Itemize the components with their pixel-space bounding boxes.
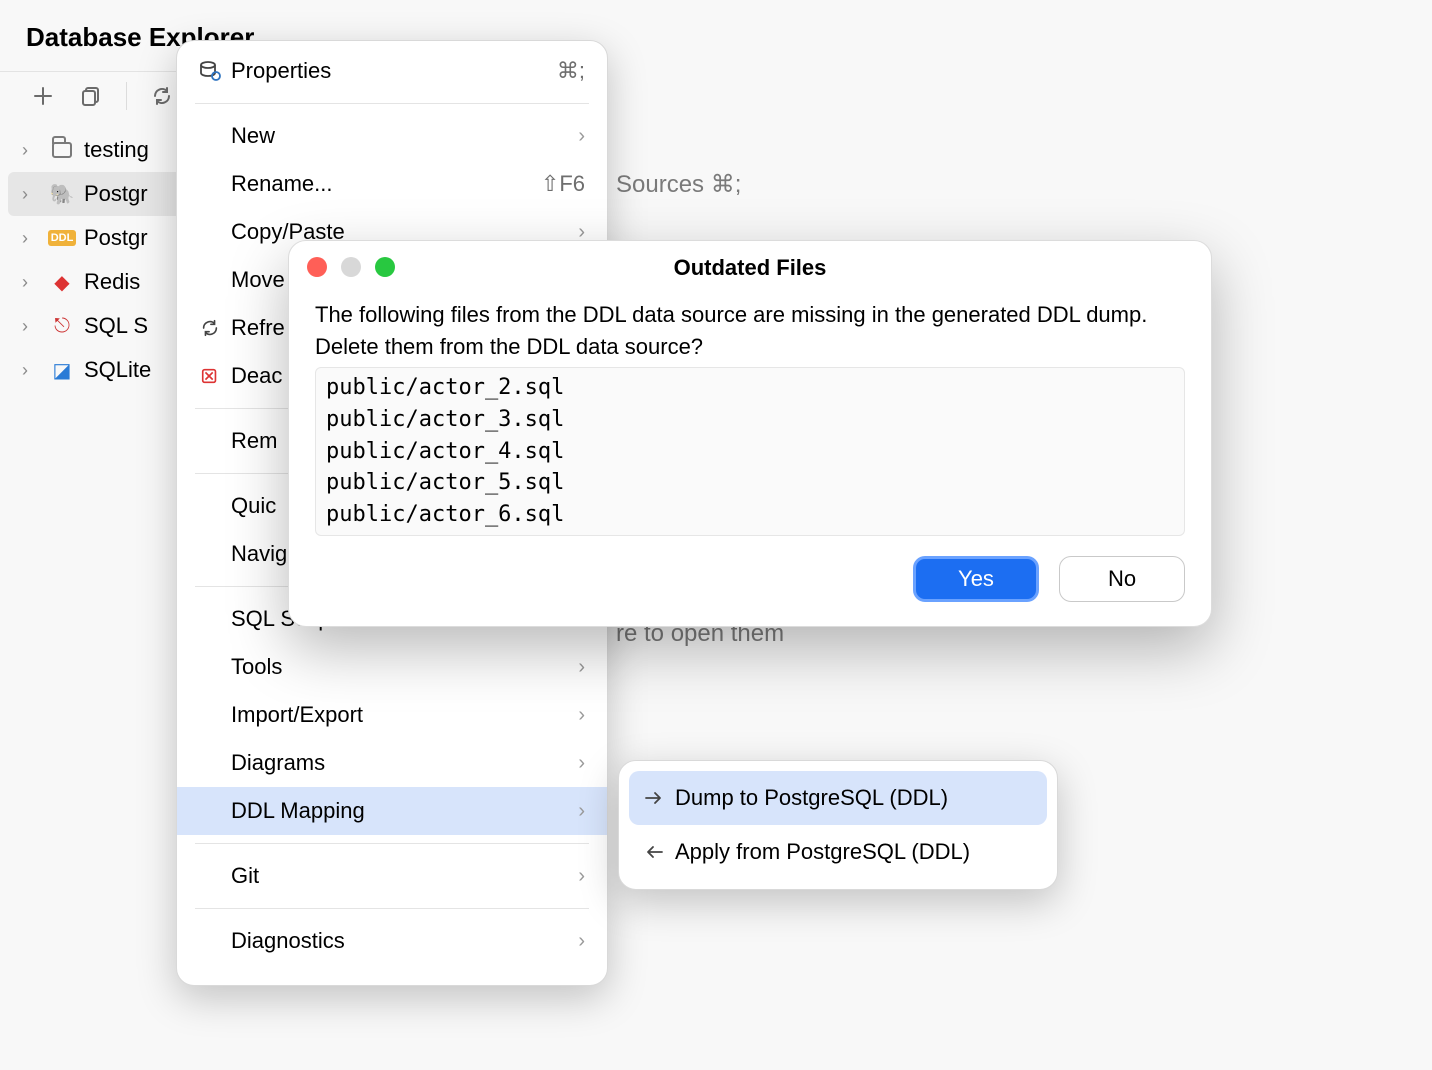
file-row: public/actor_3.sql bbox=[326, 404, 1174, 436]
window-controls bbox=[307, 257, 395, 277]
menu-git[interactable]: Git › bbox=[177, 852, 607, 900]
menu-new[interactable]: New › bbox=[177, 112, 607, 160]
dialog-body: The following files from the DDL data so… bbox=[289, 295, 1211, 536]
database-settings-icon bbox=[195, 60, 225, 82]
tree-label: Postgr bbox=[84, 225, 148, 251]
hint-text-1: Sources ⌘; bbox=[616, 170, 741, 199]
zoom-window-icon[interactable] bbox=[375, 257, 395, 277]
file-list: public/actor_2.sql public/actor_3.sql pu… bbox=[315, 367, 1185, 536]
dialog-titlebar: Outdated Files bbox=[289, 241, 1211, 295]
deactivate-icon bbox=[195, 366, 225, 386]
menu-separator bbox=[195, 908, 589, 909]
menu-label: Import/Export bbox=[231, 702, 566, 728]
menu-import-export[interactable]: Import/Export › bbox=[177, 691, 607, 739]
menu-shortcut: ⌘; bbox=[557, 58, 585, 84]
arrow-left-icon bbox=[639, 843, 669, 861]
chevron-right-icon: › bbox=[578, 656, 585, 679]
chevron-right-icon: › bbox=[578, 125, 585, 148]
outdated-files-dialog: Outdated Files The following files from … bbox=[288, 240, 1212, 627]
menu-label: Properties bbox=[231, 58, 557, 84]
tree-label: Redis bbox=[84, 269, 140, 295]
chevron-right-icon: › bbox=[578, 704, 585, 727]
tree-label: SQLite bbox=[84, 357, 151, 383]
tree-label: SQL S bbox=[84, 313, 148, 339]
chevron-right-icon: › bbox=[578, 865, 585, 888]
menu-shortcut: ⇧F6 bbox=[541, 171, 585, 197]
menu-ddl-mapping[interactable]: DDL Mapping › bbox=[177, 787, 607, 835]
postgresql-icon: 🐘 bbox=[50, 182, 74, 206]
file-row: public/actor_6.sql bbox=[326, 499, 1174, 531]
tree-label: Postgr bbox=[84, 181, 148, 207]
menu-label: Diagrams bbox=[231, 750, 566, 776]
menu-rename[interactable]: Rename... ⇧F6 bbox=[177, 160, 607, 208]
menu-label: New bbox=[231, 123, 566, 149]
ddl-icon: DDL bbox=[50, 226, 74, 250]
sqlserver-icon: ⎋ bbox=[50, 314, 74, 338]
menu-diagnostics[interactable]: Diagnostics › bbox=[177, 917, 607, 965]
chevron-right-icon: › bbox=[22, 360, 40, 381]
arrow-right-icon bbox=[639, 789, 669, 807]
redis-icon: ◆ bbox=[50, 270, 74, 294]
copy-icon[interactable] bbox=[78, 83, 104, 109]
submenu-label: Dump to PostgreSQL (DDL) bbox=[675, 785, 1035, 811]
toolbar-divider bbox=[126, 82, 127, 110]
ddl-mapping-submenu: Dump to PostgreSQL (DDL) Apply from Post… bbox=[618, 760, 1058, 890]
file-row: public/actor_5.sql bbox=[326, 467, 1174, 499]
yes-button[interactable]: Yes bbox=[913, 556, 1039, 602]
submenu-label: Apply from PostgreSQL (DDL) bbox=[675, 839, 1035, 865]
menu-tools[interactable]: Tools › bbox=[177, 643, 607, 691]
tree-label: testing bbox=[84, 137, 149, 163]
no-button[interactable]: No bbox=[1059, 556, 1185, 602]
chevron-right-icon: › bbox=[22, 140, 40, 161]
menu-separator bbox=[195, 843, 589, 844]
chevron-right-icon: › bbox=[22, 184, 40, 205]
close-window-icon[interactable] bbox=[307, 257, 327, 277]
menu-diagrams[interactable]: Diagrams › bbox=[177, 739, 607, 787]
dialog-message: The following files from the DDL data so… bbox=[315, 299, 1185, 363]
chevron-right-icon: › bbox=[578, 752, 585, 775]
menu-label: Git bbox=[231, 863, 566, 889]
chevron-right-icon: › bbox=[578, 930, 585, 953]
file-row: public/actor_2.sql bbox=[326, 372, 1174, 404]
chevron-right-icon: › bbox=[578, 800, 585, 823]
chevron-right-icon: › bbox=[22, 272, 40, 293]
dialog-title: Outdated Files bbox=[289, 255, 1211, 281]
refresh-icon[interactable] bbox=[149, 83, 175, 109]
minimize-window-icon bbox=[341, 257, 361, 277]
dialog-actions: Yes No bbox=[289, 536, 1211, 602]
menu-label: DDL Mapping bbox=[231, 798, 566, 824]
refresh-icon bbox=[195, 318, 225, 338]
sqlite-icon: ◪ bbox=[50, 358, 74, 382]
chevron-right-icon: › bbox=[22, 316, 40, 337]
menu-label: Diagnostics bbox=[231, 928, 566, 954]
chevron-right-icon: › bbox=[22, 228, 40, 249]
file-row: public/actor_4.sql bbox=[326, 436, 1174, 468]
menu-label: Rename... bbox=[231, 171, 541, 197]
menu-properties[interactable]: Properties ⌘; bbox=[177, 47, 607, 95]
add-icon[interactable] bbox=[30, 83, 56, 109]
menu-label: Tools bbox=[231, 654, 566, 680]
folder-icon bbox=[50, 138, 74, 162]
submenu-apply[interactable]: Apply from PostgreSQL (DDL) bbox=[619, 825, 1057, 879]
submenu-dump[interactable]: Dump to PostgreSQL (DDL) bbox=[629, 771, 1047, 825]
menu-separator bbox=[195, 103, 589, 104]
